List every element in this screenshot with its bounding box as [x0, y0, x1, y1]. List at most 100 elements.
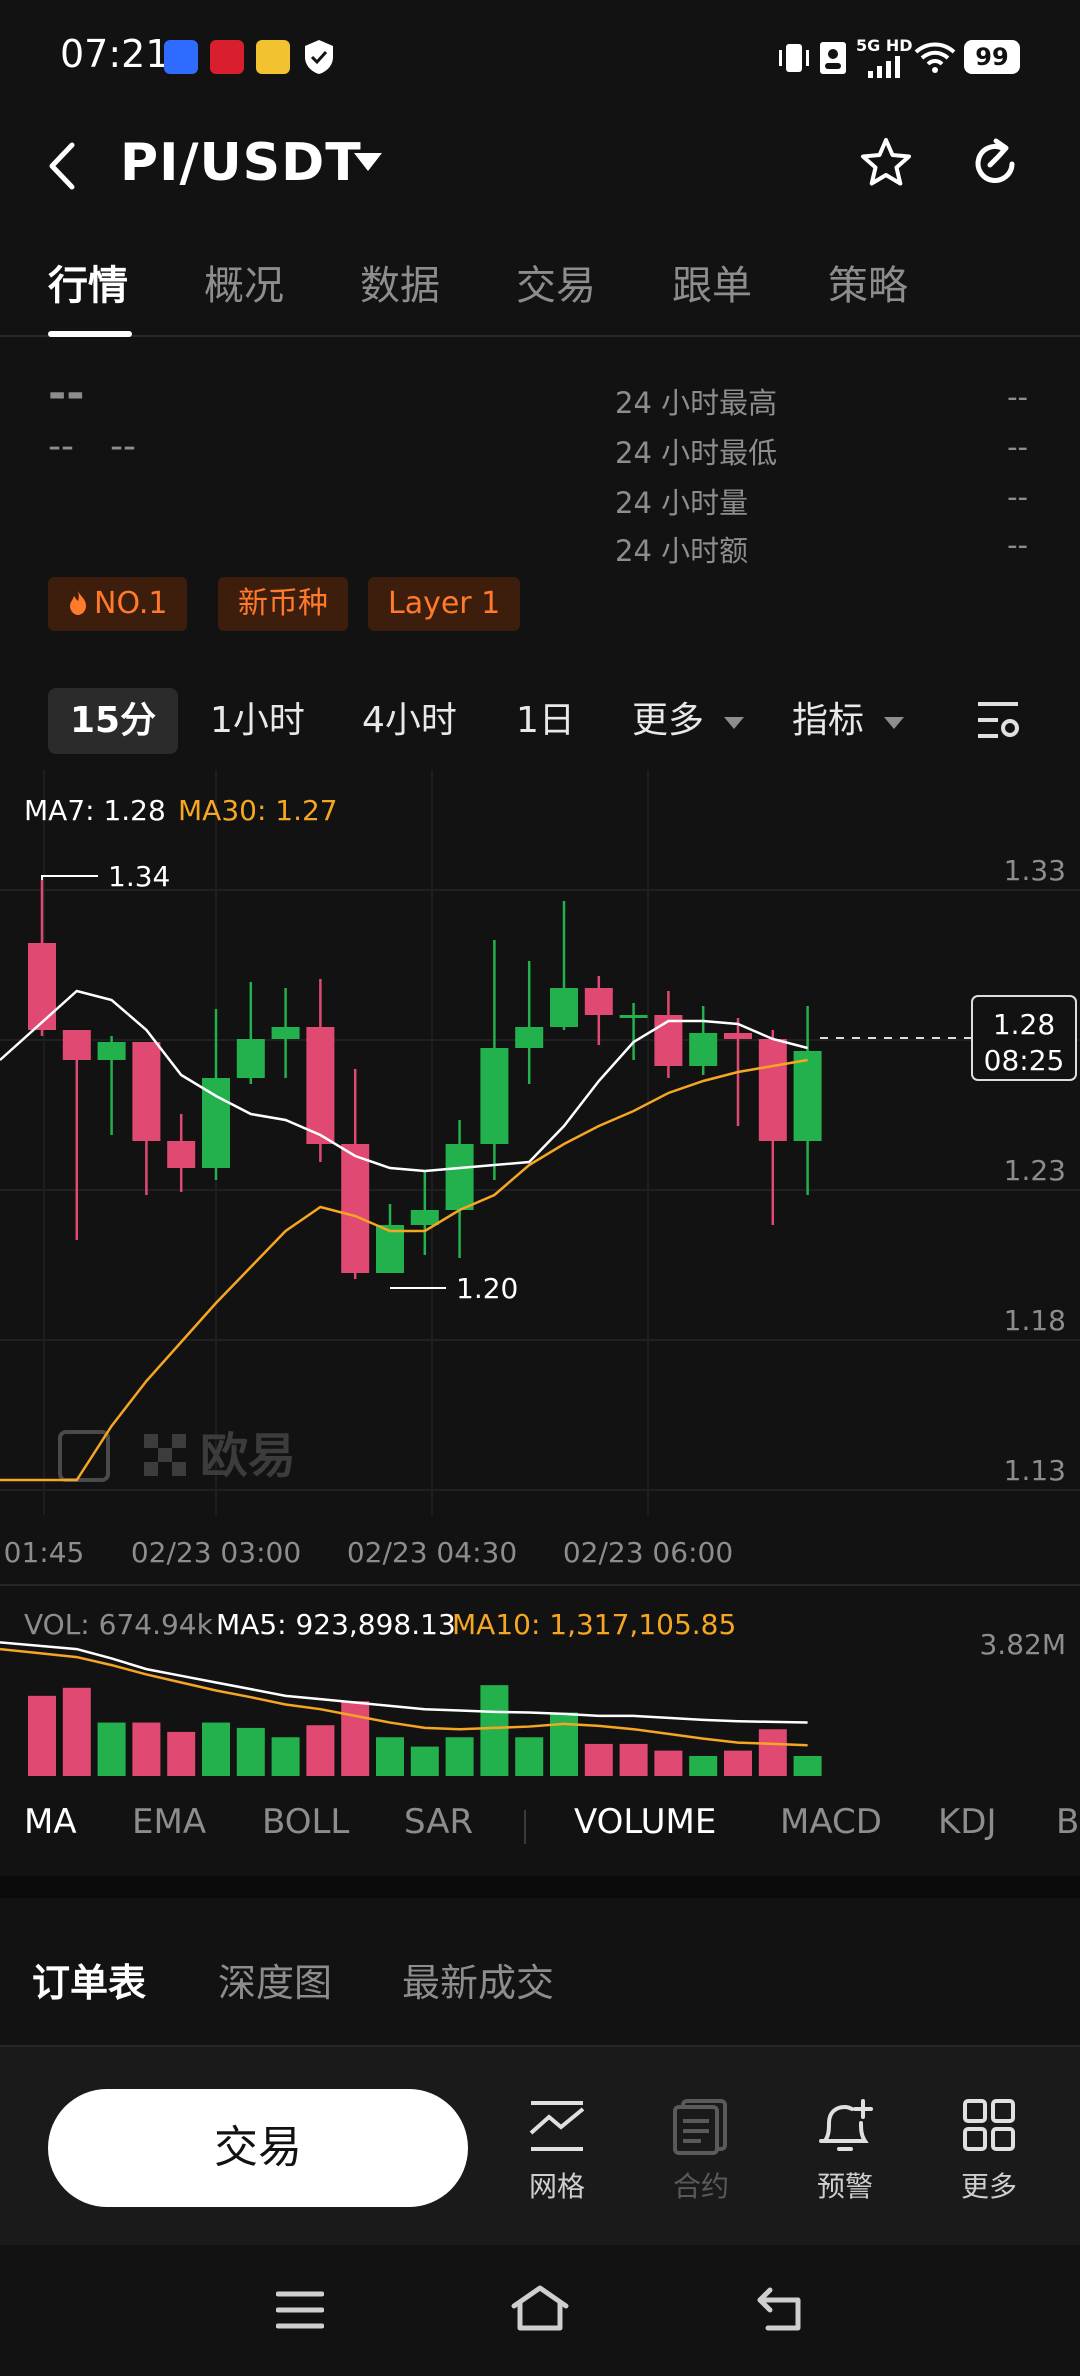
vibrate-icon	[776, 40, 812, 80]
volume-bar	[550, 1712, 578, 1776]
volume-bar	[341, 1701, 370, 1776]
x-tick-label: 02/23 06:00	[563, 1536, 733, 1569]
tab-copy-trading[interactable]: 跟单	[672, 253, 752, 311]
candle-body	[654, 1015, 683, 1066]
tag-new-coin[interactable]: 新币种	[218, 577, 348, 631]
current-price-value: 1.28	[993, 1008, 1055, 1041]
high-price-label: 1.34	[108, 860, 170, 893]
volume-bar	[758, 1729, 787, 1776]
tab-latest-trades[interactable]: 最新成交	[402, 1952, 554, 2007]
interval-more[interactable]: 更多	[632, 688, 745, 754]
volume-bar	[584, 1743, 613, 1776]
candle-body	[584, 988, 613, 1015]
trade-button[interactable]: 交易	[48, 2089, 468, 2207]
high-marker-line	[41, 875, 98, 880]
candle-body	[480, 1048, 509, 1144]
stat-value-low: --	[1007, 430, 1028, 464]
home-icon[interactable]	[510, 2284, 570, 2338]
back-nav-icon[interactable]	[754, 2286, 806, 2338]
interval-more-label: 更多	[632, 700, 705, 741]
expand-icon	[58, 1430, 110, 1482]
interval-1h[interactable]: 1小时	[210, 688, 305, 754]
tag-layer1[interactable]: Layer 1	[368, 577, 521, 631]
candle-body	[793, 1051, 822, 1141]
chart-settings-icon[interactable]	[976, 700, 1020, 746]
candle-body	[167, 1141, 196, 1168]
pair-title[interactable]: PI/USDT	[120, 133, 362, 193]
grid-button[interactable]: 网格	[502, 2099, 612, 2205]
header: PI/USDT	[0, 115, 1080, 215]
tag-rank-label: NO.1	[94, 586, 168, 621]
volume-bar	[202, 1722, 230, 1776]
interval-4h[interactable]: 4小时	[362, 688, 457, 754]
menu-icon[interactable]	[275, 2290, 325, 2334]
alert-button[interactable]: 预警	[790, 2099, 900, 2205]
more-label: 更多	[960, 2170, 1017, 2203]
refresh-icon[interactable]	[966, 135, 1024, 197]
volume-ma5-line	[0, 1641, 808, 1724]
indicator-more-truncated[interactable]: B	[1056, 1802, 1079, 1842]
bell-plus-icon	[819, 2099, 873, 2151]
interval-selector: 15分 1小时 4小时 1日 更多 指标	[0, 688, 1080, 758]
current-price-countdown: 08:25	[984, 1044, 1065, 1077]
tag-rank[interactable]: NO.1	[48, 577, 188, 631]
status-time: 07:21	[60, 32, 170, 76]
stat-label-high: 24 小时最高	[615, 386, 778, 420]
main-tabs: 行情 概况 数据 交易 跟单 策略	[0, 245, 1080, 337]
system-nav-bar	[0, 2246, 1080, 2376]
contract-button[interactable]: 合约	[646, 2099, 756, 2205]
indicator-sar[interactable]: SAR	[404, 1802, 473, 1842]
interval-15m[interactable]: 15分	[48, 688, 179, 754]
candle-body	[236, 1039, 265, 1078]
candle-body	[619, 1015, 648, 1018]
volume-bar	[445, 1737, 474, 1776]
indicator-macd[interactable]: MACD	[780, 1802, 882, 1842]
candle-body	[62, 1030, 91, 1060]
indicator-divider	[524, 1810, 526, 1844]
candle-body	[306, 1027, 335, 1144]
volume-label: VOL: 674.94k	[24, 1608, 214, 1641]
watermark: 欧易	[58, 1428, 296, 1484]
tab-depth-chart[interactable]: 深度图	[218, 1952, 332, 2007]
indicator-kdj[interactable]: KDJ	[938, 1802, 997, 1842]
volume-bar	[132, 1722, 161, 1776]
volume-bar	[167, 1731, 196, 1776]
price-info: -- -- -- 24 小时最高 -- 24 小时最低 -- 24 小时量 --…	[0, 360, 1080, 568]
x-tick-label: 02/23 03:00	[131, 1536, 301, 1569]
section-divider	[0, 1876, 1080, 1898]
chevron-down-icon[interactable]	[352, 151, 384, 177]
volume-ma10-label: MA10: 1,317,105.85	[452, 1608, 736, 1641]
star-icon[interactable]	[858, 135, 914, 195]
tab-order-book[interactable]: 订单表	[32, 1952, 146, 2007]
more-grid-icon	[963, 2099, 1015, 2151]
tab-trade[interactable]: 交易	[516, 253, 596, 311]
indicator-menu[interactable]: 指标	[792, 688, 905, 754]
indicator-ma[interactable]: MA	[24, 1802, 77, 1842]
grid-chart-icon	[529, 2101, 585, 2151]
volume-max-label: 3.82M	[979, 1628, 1066, 1661]
battery-icon: 99	[964, 40, 1020, 74]
volume-bar	[689, 1755, 718, 1776]
okx-logo-icon	[144, 1434, 186, 1476]
tab-underline	[48, 331, 132, 337]
more-button[interactable]: 更多	[934, 2099, 1044, 2205]
chart-canvas[interactable]: 1.33 1.23 1.18 1.13 01:45 02/23 03:00 02/23 04…	[0, 770, 1080, 1785]
indicator-boll[interactable]: BOLL	[262, 1802, 349, 1842]
back-icon[interactable]	[44, 141, 80, 195]
volume-bar	[271, 1737, 300, 1776]
flame-icon	[70, 591, 86, 615]
x-tick-label: 01:45	[4, 1536, 85, 1569]
indicator-ema[interactable]: EMA	[132, 1802, 206, 1842]
interval-1d[interactable]: 1日	[516, 688, 575, 754]
tab-market[interactable]: 行情	[48, 253, 128, 311]
tab-strategy[interactable]: 策略	[828, 253, 908, 311]
indicator-volume[interactable]: VOLUME	[574, 1802, 716, 1842]
tab-data[interactable]: 数据	[360, 253, 440, 311]
low-price-label: 1.20	[456, 1272, 518, 1305]
tab-overview[interactable]: 概况	[204, 253, 284, 311]
chevron-down-icon	[724, 717, 745, 729]
volume-bar	[480, 1685, 509, 1776]
chevron-down-icon	[884, 717, 905, 729]
volume-bar	[793, 1755, 822, 1776]
candlestick-chart[interactable]: 1.33 1.23 1.18 1.13 01:45 02/23 03:00 02/23 04…	[0, 770, 1080, 1785]
